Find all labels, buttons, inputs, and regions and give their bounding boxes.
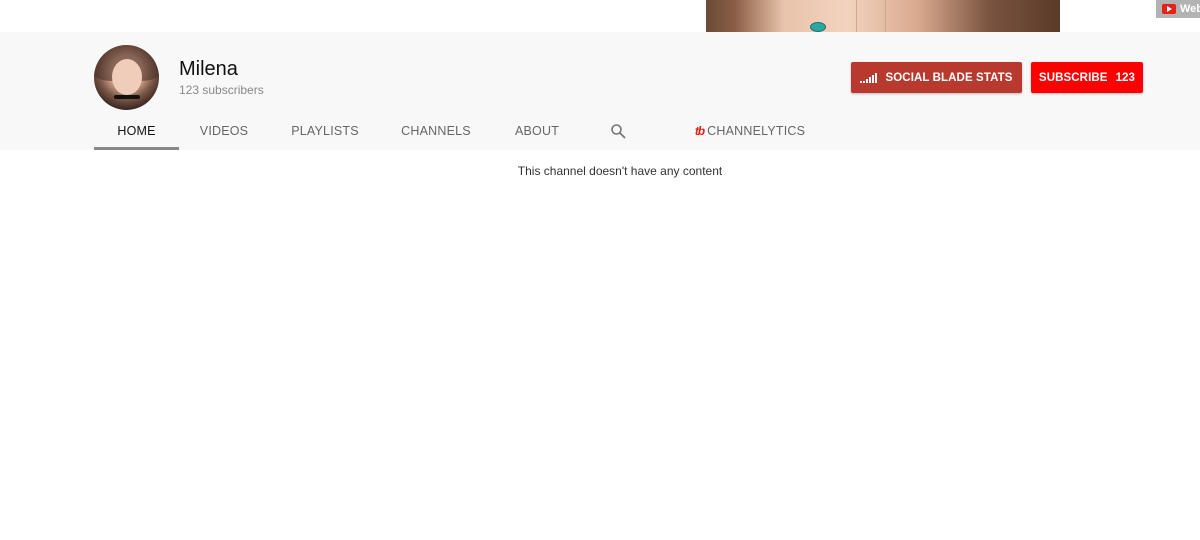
channel-header: Milena 123 subscribers SOCIAL BLADE STAT… [0,32,1200,150]
tubebuddy-logo-icon: tb [694,124,705,138]
social-blade-label: SOCIAL BLADE STATS [885,71,1013,84]
empty-content-message: This channel doesn't have any content [517,164,723,178]
tab-playlists[interactable]: PLAYLISTS [286,112,364,150]
channel-avatar[interactable] [94,45,159,110]
subscribe-button[interactable]: SUBSCRIBE 123 [1031,62,1143,93]
search-icon [611,124,626,139]
channel-banner: Web [0,0,1200,32]
tab-channels[interactable]: CHANNELS [397,112,475,150]
tab-home[interactable]: HOME [94,112,179,150]
tab-videos[interactable]: VIDEOS [194,112,254,150]
banner-link-label: Web [1180,3,1200,15]
channel-tabs: HOME VIDEOS PLAYLISTS CHANNELS ABOUT tb … [94,112,854,150]
banner-website-link[interactable]: Web [1156,0,1200,18]
subscribe-count: 123 [1115,71,1136,84]
channel-name: Milena [179,58,238,80]
youtube-icon [1162,4,1176,14]
social-blade-stats-button[interactable]: SOCIAL BLADE STATS [851,62,1022,93]
tab-about[interactable]: ABOUT [508,112,566,150]
channelytics-label: CHANNELYTICS [707,124,806,138]
subscribe-label: SUBSCRIBE [1038,71,1108,84]
signal-bars-icon [860,72,878,83]
subscriber-count: 123 subscribers [179,83,264,97]
banner-image [706,0,1060,32]
tab-channelytics[interactable]: tb CHANNELYTICS [692,112,808,150]
tab-search[interactable] [602,112,634,150]
